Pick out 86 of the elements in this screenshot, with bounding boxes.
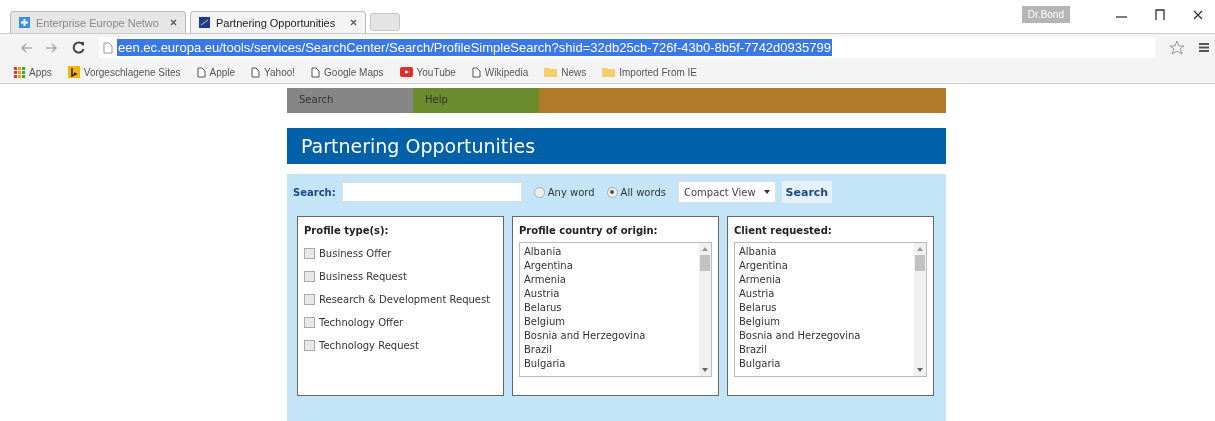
play-icon xyxy=(399,67,413,77)
radio-option[interactable]: Any word xyxy=(533,186,595,198)
radio-option[interactable]: All words xyxy=(606,186,666,198)
bookmark-item[interactable]: Apps xyxy=(14,66,52,78)
checkbox-item[interactable]: Business Request xyxy=(304,265,497,288)
scroll-down-icon[interactable] xyxy=(702,368,708,372)
scroll-thumb[interactable] xyxy=(700,255,710,271)
radio-button[interactable] xyxy=(533,186,545,198)
back-arrow-icon[interactable] xyxy=(20,42,32,53)
checkbox[interactable] xyxy=(304,248,315,259)
checkbox[interactable] xyxy=(304,294,315,305)
nav-link[interactable]: Search xyxy=(287,88,413,113)
filter-title: Client requested: xyxy=(734,225,833,236)
bookmark-item[interactable]: Vorgeschlagene Sites xyxy=(67,66,181,78)
bookmark-item[interactable]: Imported From IE xyxy=(602,66,698,78)
page-title-bar: Partnering Opportunities xyxy=(287,128,946,164)
list-option[interactable]: Brazil xyxy=(524,343,695,357)
list-option[interactable]: Bulgaria xyxy=(739,357,910,371)
list-option[interactable]: Argentina xyxy=(524,259,695,273)
maximize-icon[interactable] xyxy=(1155,9,1165,20)
list-option[interactable]: Armenia xyxy=(524,273,695,287)
folder-icon xyxy=(544,67,558,77)
list-option[interactable]: Bosnia and Herzegovina xyxy=(739,329,910,343)
reload-icon[interactable] xyxy=(72,41,85,54)
page-icon xyxy=(196,66,206,78)
search-field[interactable] xyxy=(341,182,522,202)
scroll-thumb[interactable] xyxy=(915,255,925,271)
list-option[interactable]: Bulgaria xyxy=(524,357,695,371)
flag-icon xyxy=(199,17,210,28)
list-option[interactable]: Albania xyxy=(524,245,695,259)
star-icon[interactable] xyxy=(1169,40,1185,55)
list-option[interactable]: Austria xyxy=(524,287,695,301)
bookmark-item[interactable]: News xyxy=(544,66,587,78)
radio-button[interactable] xyxy=(606,186,618,198)
scroll-up-icon[interactable] xyxy=(917,247,923,251)
checkbox-item[interactable]: Technology Request xyxy=(304,334,497,357)
checkbox-item[interactable]: Research & Development Request xyxy=(304,288,497,311)
checkbox[interactable] xyxy=(304,317,315,328)
list-option[interactable]: Armenia xyxy=(739,273,910,287)
new-tab-button[interactable] xyxy=(370,13,400,31)
filter-title: Profile country of origin: xyxy=(519,225,659,236)
browser-tab[interactable]: Partnering Opportunities xyxy=(190,11,366,33)
close-icon[interactable] xyxy=(170,19,177,26)
list-option[interactable]: Belarus xyxy=(524,301,695,315)
close-icon[interactable] xyxy=(350,19,357,26)
close-icon[interactable] xyxy=(1193,9,1203,20)
page-icon xyxy=(311,66,321,78)
b-logo-icon xyxy=(67,66,80,78)
folder-icon xyxy=(602,67,616,77)
page-icon xyxy=(471,66,481,78)
url-text: een.ec.europa.eu/tools/services/SearchCenter/Search/ProfileSimpleSearch?shid=32db25cb-726f-43b0-8b5f-7742d0935799 xyxy=(117,39,832,56)
country-listbox[interactable]: Albania Argentina Armenia Austria Belarus Belgium Bosnia and Herzegovina Brazil Bulgaria xyxy=(734,242,927,377)
scroll-down-icon[interactable] xyxy=(917,368,923,372)
search-label: Search: xyxy=(293,186,336,198)
list-option[interactable]: Albania xyxy=(739,245,910,259)
checkbox[interactable] xyxy=(304,340,315,351)
address-bar[interactable]: een.ec.europa.eu/tools/services/SearchCenter/Search/ProfileSimpleSearch?shid=32db25cb-726f-43b0-8b5f-7742d0935799 xyxy=(99,37,1155,58)
page-icon xyxy=(251,66,261,78)
bookmark-item[interactable]: Google Maps xyxy=(311,66,384,78)
list-option[interactable]: Belgium xyxy=(739,315,910,329)
apps-grid-icon xyxy=(14,66,25,78)
caret-icon xyxy=(763,190,770,194)
checkbox-item[interactable]: Business Offer xyxy=(304,242,497,265)
bookmark-item[interactable]: Wikipedia xyxy=(471,66,529,78)
bookmark-item[interactable]: Apple xyxy=(196,66,236,78)
list-option[interactable]: Austria xyxy=(739,287,910,301)
scrollbar[interactable] xyxy=(914,243,926,376)
plus-icon xyxy=(19,17,30,28)
menu-icon[interactable] xyxy=(1199,42,1209,53)
checkbox-item[interactable]: Technology Offer xyxy=(304,311,497,334)
bookmark-item[interactable]: Yahoo! xyxy=(251,66,296,78)
list-option[interactable]: Belarus xyxy=(739,301,910,315)
checkbox[interactable] xyxy=(304,271,315,282)
scroll-up-icon[interactable] xyxy=(702,247,708,251)
list-option[interactable]: Bosnia and Herzegovina xyxy=(524,329,695,343)
list-option[interactable]: Argentina xyxy=(739,259,910,273)
list-option[interactable]: Brazil xyxy=(739,343,910,357)
bookmark-item[interactable]: YouTube xyxy=(399,66,456,78)
search-button[interactable]: Search xyxy=(781,181,833,203)
scrollbar[interactable] xyxy=(699,243,711,376)
page-icon xyxy=(103,41,113,54)
view-dropdown[interactable]: Compact View xyxy=(677,181,776,203)
list-option[interactable]: Belgium xyxy=(524,315,695,329)
country-listbox[interactable]: Albania Argentina Armenia Austria Belarus Belgium Bosnia and Herzegovina Brazil Bulgaria xyxy=(519,242,712,377)
forward-arrow-icon[interactable] xyxy=(46,42,58,53)
filter-title: Profile type(s): xyxy=(304,225,390,236)
